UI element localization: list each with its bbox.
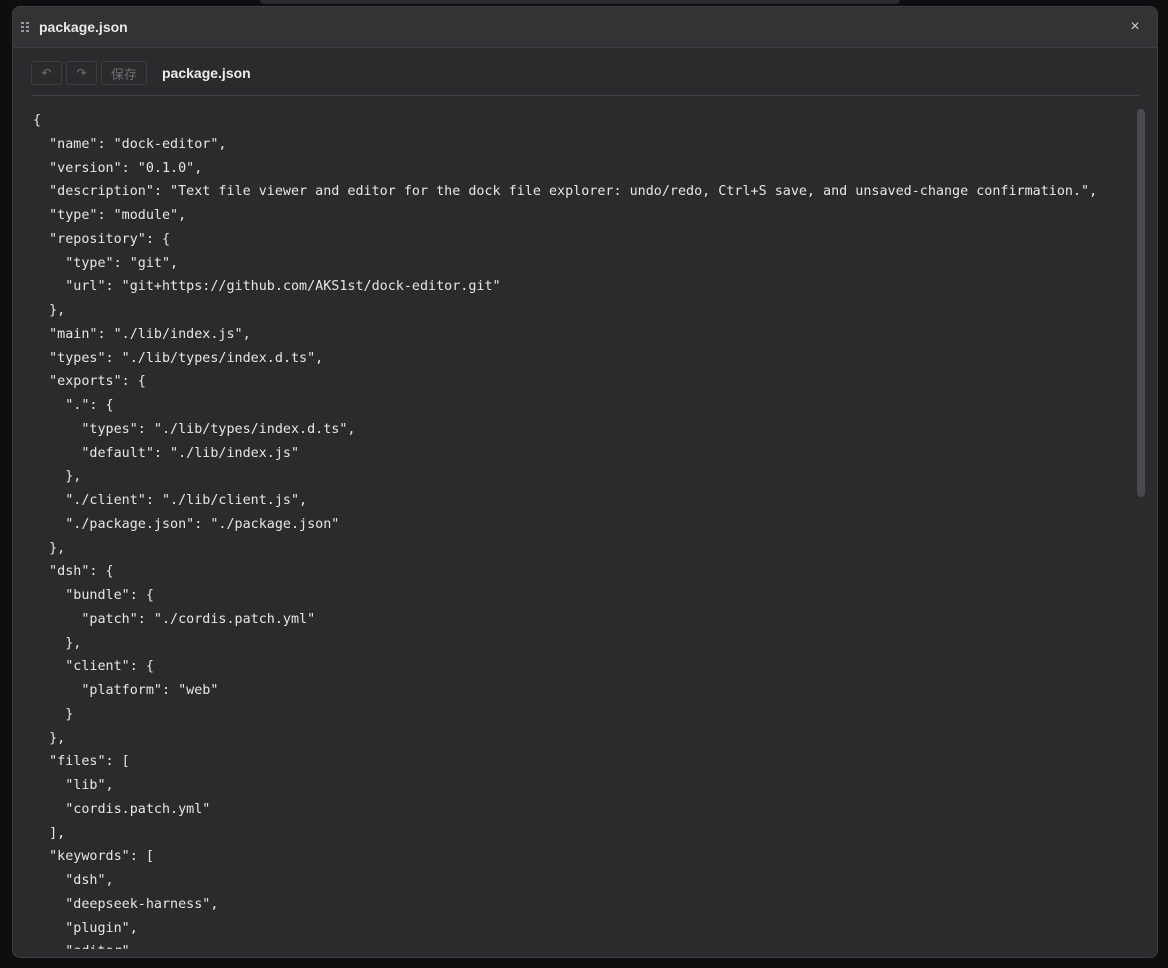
code-line: }, [33,635,82,651]
window-title: package.json [39,19,128,35]
code-line: "editor", [33,940,1131,949]
grip-icon[interactable] [21,21,31,33]
code-line: } [33,706,74,722]
code-line: "url": "git+https://github.com/AKS1st/do… [33,279,501,295]
code-line: ".": { [33,398,114,413]
code-line: "version": "0.1.0", [33,160,203,176]
code-line: "main": "./lib/index.js", [33,326,251,342]
code-line: "./package.json": "./package.json" [33,516,340,532]
code-line: "plugin", [33,920,138,936]
undo-icon: ↶ [41,66,52,80]
code-line: "files": [ [33,754,130,770]
code-line: ], [33,825,66,841]
redo-button[interactable]: ↷ [66,61,97,85]
code-line: }, [33,730,66,746]
file-name-label: package.json [162,65,251,81]
code-line: "types": "./lib/types/index.d.ts", [33,350,324,366]
code-line: "name": "dock-editor", [33,136,227,152]
code-line: "description": "Text file viewer and edi… [33,184,1098,200]
code-line: }, [33,303,66,318]
code-line: { [33,113,42,128]
code-line: "deepseek-harness", [33,896,219,912]
code-line: "lib", [33,778,114,793]
code-line: "./client": "./lib/client.js", [33,493,308,508]
code-editor[interactable]: { "name": "dock-editor", "version": "0.1… [33,109,1131,949]
window-titlebar[interactable]: package.json × [13,7,1157,48]
background-window-edge [260,0,900,4]
redo-icon: ↷ [76,66,87,80]
code-content[interactable]: { "name": "dock-editor", "version": "0.1… [33,109,1131,949]
save-button[interactable]: 保存 [101,61,147,85]
close-icon[interactable]: × [1127,19,1143,35]
editor-window: package.json × ↶ ↷ 保存 package.json { "na… [12,6,1158,958]
code-line: "type": "git", [33,255,179,271]
code-line: "bundle": { [33,588,154,603]
scrollbar-thumb[interactable] [1137,109,1145,497]
editor-scrollbar[interactable] [1137,109,1145,949]
code-line: "default": "./lib/index.js" [33,445,300,461]
code-line: "patch": "./cordis.patch.yml" [33,611,316,627]
code-line: "dsh": { [33,564,114,580]
code-line: "cordis.patch.yml" [33,801,211,817]
code-line: "keywords": [ [33,849,154,865]
code-line: "platform": "web" [33,683,219,698]
code-line: "repository": { [33,231,171,247]
code-line: }, [33,469,82,485]
code-line: "types": "./lib/types/index.d.ts", [33,421,356,437]
code-line: }, [33,540,66,556]
code-line: "client": { [33,659,154,675]
editor-toolbar: ↶ ↷ 保存 package.json [31,61,1139,96]
code-line: "exports": { [33,374,146,390]
undo-button[interactable]: ↶ [31,61,62,85]
code-line: "type": "module", [33,208,187,223]
code-line: "dsh", [33,873,114,888]
